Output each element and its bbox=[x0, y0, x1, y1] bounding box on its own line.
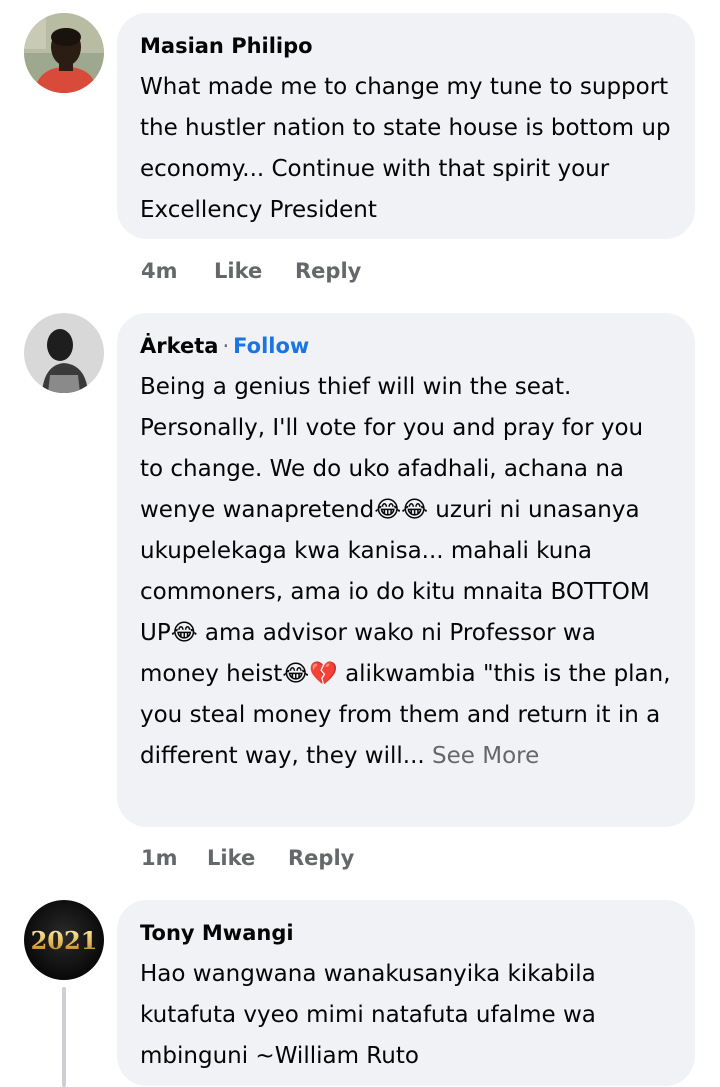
timestamp[interactable]: 4m bbox=[141, 257, 214, 285]
reply-button[interactable]: Reply bbox=[288, 844, 354, 872]
masian-avatar-photo bbox=[24, 13, 104, 93]
author-name[interactable]: Masian Philipo bbox=[140, 31, 671, 61]
comment-bubble: Tony Mwangi Hao wangwana wanakusanyika k… bbox=[117, 900, 695, 1086]
comment-text-content: Being a genius thief will win the seat. … bbox=[140, 374, 671, 769]
avatar[interactable]: 2021 bbox=[24, 900, 104, 980]
follow-button[interactable]: Follow bbox=[233, 334, 309, 358]
comment-bubble: Ȧrketa · Follow Being a genius thief will … bbox=[117, 313, 695, 827]
timestamp[interactable]: 1m bbox=[141, 844, 207, 872]
comment-actions: 4m Like Reply bbox=[141, 257, 361, 285]
comment-text: Hao wangwana wanakusanyika kikabila kuta… bbox=[140, 961, 596, 1069]
author-name-text[interactable]: Masian Philipo bbox=[140, 34, 313, 58]
comment-arketa: Ȧrketa · Follow Being a genius thief will … bbox=[0, 300, 720, 890]
comment-bubble: Masian Philipo What made me to change my… bbox=[117, 13, 695, 239]
author-name[interactable]: Ȧrketa bbox=[140, 334, 218, 358]
thread-line bbox=[62, 987, 66, 1087]
author-name[interactable]: Tony Mwangi bbox=[140, 918, 671, 948]
arketa-avatar-photo bbox=[24, 313, 104, 393]
separator-dot: · bbox=[222, 334, 230, 358]
see-more-link[interactable]: See More bbox=[432, 743, 539, 769]
author-line: Ȧrketa · Follow bbox=[140, 331, 671, 361]
avatar-2021-badge: 2021 bbox=[24, 900, 104, 980]
like-button[interactable]: Like bbox=[214, 257, 295, 285]
reply-button[interactable]: Reply bbox=[295, 257, 361, 285]
avatar[interactable] bbox=[24, 313, 104, 393]
comment-text: What made me to change my tune to suppor… bbox=[140, 74, 671, 223]
like-button[interactable]: Like bbox=[207, 844, 288, 872]
comment-tony-mwangi: 2021 Tony Mwangi Hao wangwana wanakusany… bbox=[0, 890, 720, 1087]
comment-text: Being a genius thief will win the seat. … bbox=[140, 367, 671, 777]
author-name-text[interactable]: Tony Mwangi bbox=[140, 921, 294, 945]
avatar-2021-text: 2021 bbox=[31, 926, 98, 955]
comment-actions: 1m Like Reply bbox=[141, 844, 354, 872]
comment-masian-philipo: Masian Philipo What made me to change my… bbox=[0, 0, 720, 300]
avatar[interactable] bbox=[24, 13, 104, 93]
